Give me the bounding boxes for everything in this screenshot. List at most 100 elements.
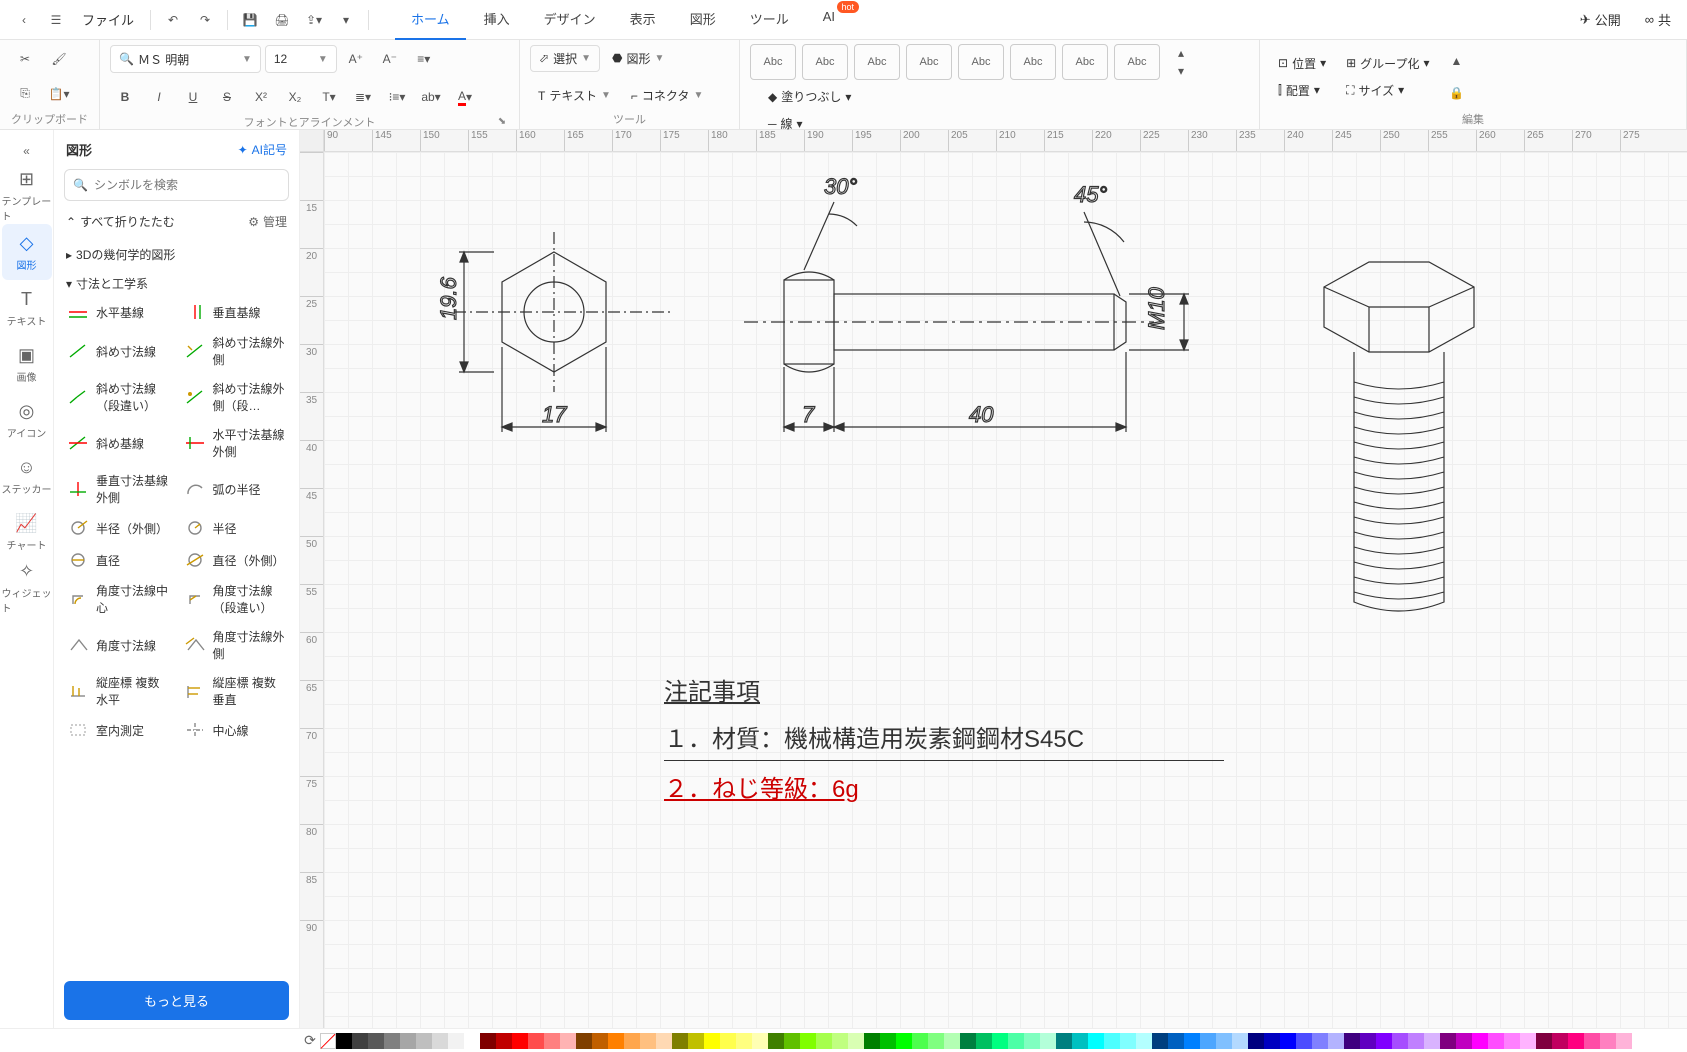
shape-item[interactable]: 斜め寸法線外側（段… [181, 376, 290, 418]
copy-button[interactable]: ⎘ [10, 79, 40, 109]
underline-button[interactable]: U [178, 82, 208, 112]
shape-item[interactable]: 半径（外側） [64, 514, 173, 542]
paste-button[interactable]: 📋▾ [44, 79, 74, 109]
color-swatch[interactable] [1264, 1033, 1280, 1049]
symbol-search-field[interactable] [94, 178, 280, 192]
undo-button[interactable]: ↶ [157, 4, 189, 36]
color-swatch[interactable] [1024, 1033, 1040, 1049]
style-preset[interactable]: Abc [854, 44, 900, 80]
redo-button[interactable]: ↷ [189, 4, 221, 36]
color-swatch[interactable] [864, 1033, 880, 1049]
shape-item[interactable]: 弧の半径 [181, 468, 290, 510]
font-family-combo[interactable]: 🔍ＭＳ 明朝▼ [110, 45, 261, 73]
color-swatch[interactable] [1040, 1033, 1056, 1049]
italic-button[interactable]: I [144, 82, 174, 112]
canvas-area[interactable]: 9014515015516016517017518018519019520020… [300, 130, 1687, 1028]
shape-item[interactable]: 角度寸法線 [64, 624, 173, 666]
shape-item[interactable]: 直径（外側） [181, 546, 290, 574]
palette-leader-icon[interactable]: ⟳ [300, 1032, 320, 1050]
color-swatch[interactable] [1328, 1033, 1344, 1049]
shape-item[interactable]: 斜め寸法線外側 [181, 330, 290, 372]
style-preset[interactable]: Abc [750, 44, 796, 80]
color-swatch[interactable] [672, 1033, 688, 1049]
color-swatch[interactable] [640, 1033, 656, 1049]
shape-item[interactable]: 角度寸法線外側 [181, 624, 290, 666]
strikethrough-button[interactable]: S [212, 82, 242, 112]
shape-item[interactable]: 角度寸法線（段違い） [181, 578, 290, 620]
color-swatch[interactable] [1200, 1033, 1216, 1049]
category-3d-geometry[interactable]: ▸ 3Dの幾何学的図形 [64, 240, 289, 269]
color-swatch[interactable] [1216, 1033, 1232, 1049]
leftnav-item-ステッカー[interactable]: ☺ステッカー [2, 448, 52, 504]
shape-item[interactable]: 縦座標 複数垂直 [181, 670, 290, 712]
color-swatch[interactable] [1376, 1033, 1392, 1049]
shape-item[interactable]: 角度寸法線中心 [64, 578, 173, 620]
vertical-align-button[interactable]: ≣▾ [348, 82, 378, 112]
tab-view[interactable]: 表示 [614, 0, 672, 40]
subscript-button[interactable]: X₂ [280, 82, 310, 112]
tab-home[interactable]: ホーム [395, 0, 466, 40]
export-button[interactable]: ⇪▾ [298, 4, 330, 36]
style-preset[interactable]: Abc [802, 44, 848, 80]
see-more-button[interactable]: もっと見る [64, 981, 289, 1020]
leftnav-item-ウィジェット[interactable]: ✧ウィジェット [2, 560, 52, 616]
color-swatch[interactable] [784, 1033, 800, 1049]
back-button[interactable]: ‹ [8, 4, 40, 36]
canvas-grid[interactable]: 19.6 17 [324, 152, 1687, 1028]
format-painter-button[interactable]: 🖌 [44, 44, 74, 74]
color-swatch[interactable] [400, 1033, 416, 1049]
color-swatch[interactable] [384, 1033, 400, 1049]
shape-item[interactable]: 斜め寸法線（段違い） [64, 376, 173, 418]
shape-item[interactable]: 水平寸法基線外側 [181, 422, 290, 464]
style-preset[interactable]: Abc [1114, 44, 1160, 80]
tab-design[interactable]: デザイン [528, 0, 612, 40]
color-swatch[interactable] [1520, 1033, 1536, 1049]
color-swatch[interactable] [960, 1033, 976, 1049]
leftnav-item-チャート[interactable]: 📈チャート [2, 504, 52, 560]
color-swatch[interactable] [448, 1033, 464, 1049]
style-preset[interactable]: Abc [1010, 44, 1056, 80]
category-dimension-engineering[interactable]: ▾ 寸法と工学系 [64, 269, 289, 298]
color-swatch[interactable] [416, 1033, 432, 1049]
color-swatch[interactable] [528, 1033, 544, 1049]
color-swatch[interactable] [816, 1033, 832, 1049]
color-swatch[interactable] [1488, 1033, 1504, 1049]
tab-tool[interactable]: ツール [734, 0, 805, 40]
tab-shape[interactable]: 図形 [674, 0, 732, 40]
color-swatch[interactable] [800, 1033, 816, 1049]
line-spacing-button[interactable]: ≡▾ [409, 44, 439, 74]
shape-item[interactable]: 斜め寸法線 [64, 330, 173, 372]
color-swatch[interactable] [1184, 1033, 1200, 1049]
color-swatch[interactable] [992, 1033, 1008, 1049]
color-swatch[interactable] [688, 1033, 704, 1049]
leftnav-item-テキスト[interactable]: Tテキスト [2, 280, 52, 336]
color-swatch[interactable] [1424, 1033, 1440, 1049]
color-swatch[interactable] [1344, 1033, 1360, 1049]
lock-button[interactable]: 🔒 [1441, 78, 1471, 108]
shape-item[interactable]: 斜め基線 [64, 422, 173, 464]
shape-item[interactable]: 垂直寸法基線外側 [64, 468, 173, 510]
size-button[interactable]: ⛶サイズ ▾ [1338, 78, 1437, 103]
color-swatch[interactable] [496, 1033, 512, 1049]
color-swatch-none[interactable] [320, 1033, 336, 1049]
bullets-button[interactable]: ⁝≡▾ [382, 82, 412, 112]
publish-button[interactable]: ✈公開 [1572, 6, 1629, 33]
bold-button[interactable]: B [110, 82, 140, 112]
color-swatch[interactable] [736, 1033, 752, 1049]
color-swatch[interactable] [1456, 1033, 1472, 1049]
align-button[interactable]: ⫿配置 ▾ [1270, 78, 1334, 103]
color-swatch[interactable] [896, 1033, 912, 1049]
text-tool-button[interactable]: Tテキスト▼ [530, 83, 619, 108]
color-swatch[interactable] [1056, 1033, 1072, 1049]
color-swatch[interactable] [1600, 1033, 1616, 1049]
color-swatch[interactable] [912, 1033, 928, 1049]
leftnav-item-画像[interactable]: ▣画像 [2, 336, 52, 392]
color-swatch[interactable] [480, 1033, 496, 1049]
file-menu[interactable]: ファイル [72, 10, 144, 29]
shape-item[interactable]: 半径 [181, 514, 290, 542]
ai-symbol-link[interactable]: ✦AI記号 [238, 141, 287, 158]
color-swatch[interactable] [1472, 1033, 1488, 1049]
style-preset[interactable]: Abc [1062, 44, 1108, 80]
more-quick-button[interactable]: ▾ [330, 4, 362, 36]
leftnav-item-テンプレート[interactable]: ⊞テンプレート [2, 168, 52, 224]
